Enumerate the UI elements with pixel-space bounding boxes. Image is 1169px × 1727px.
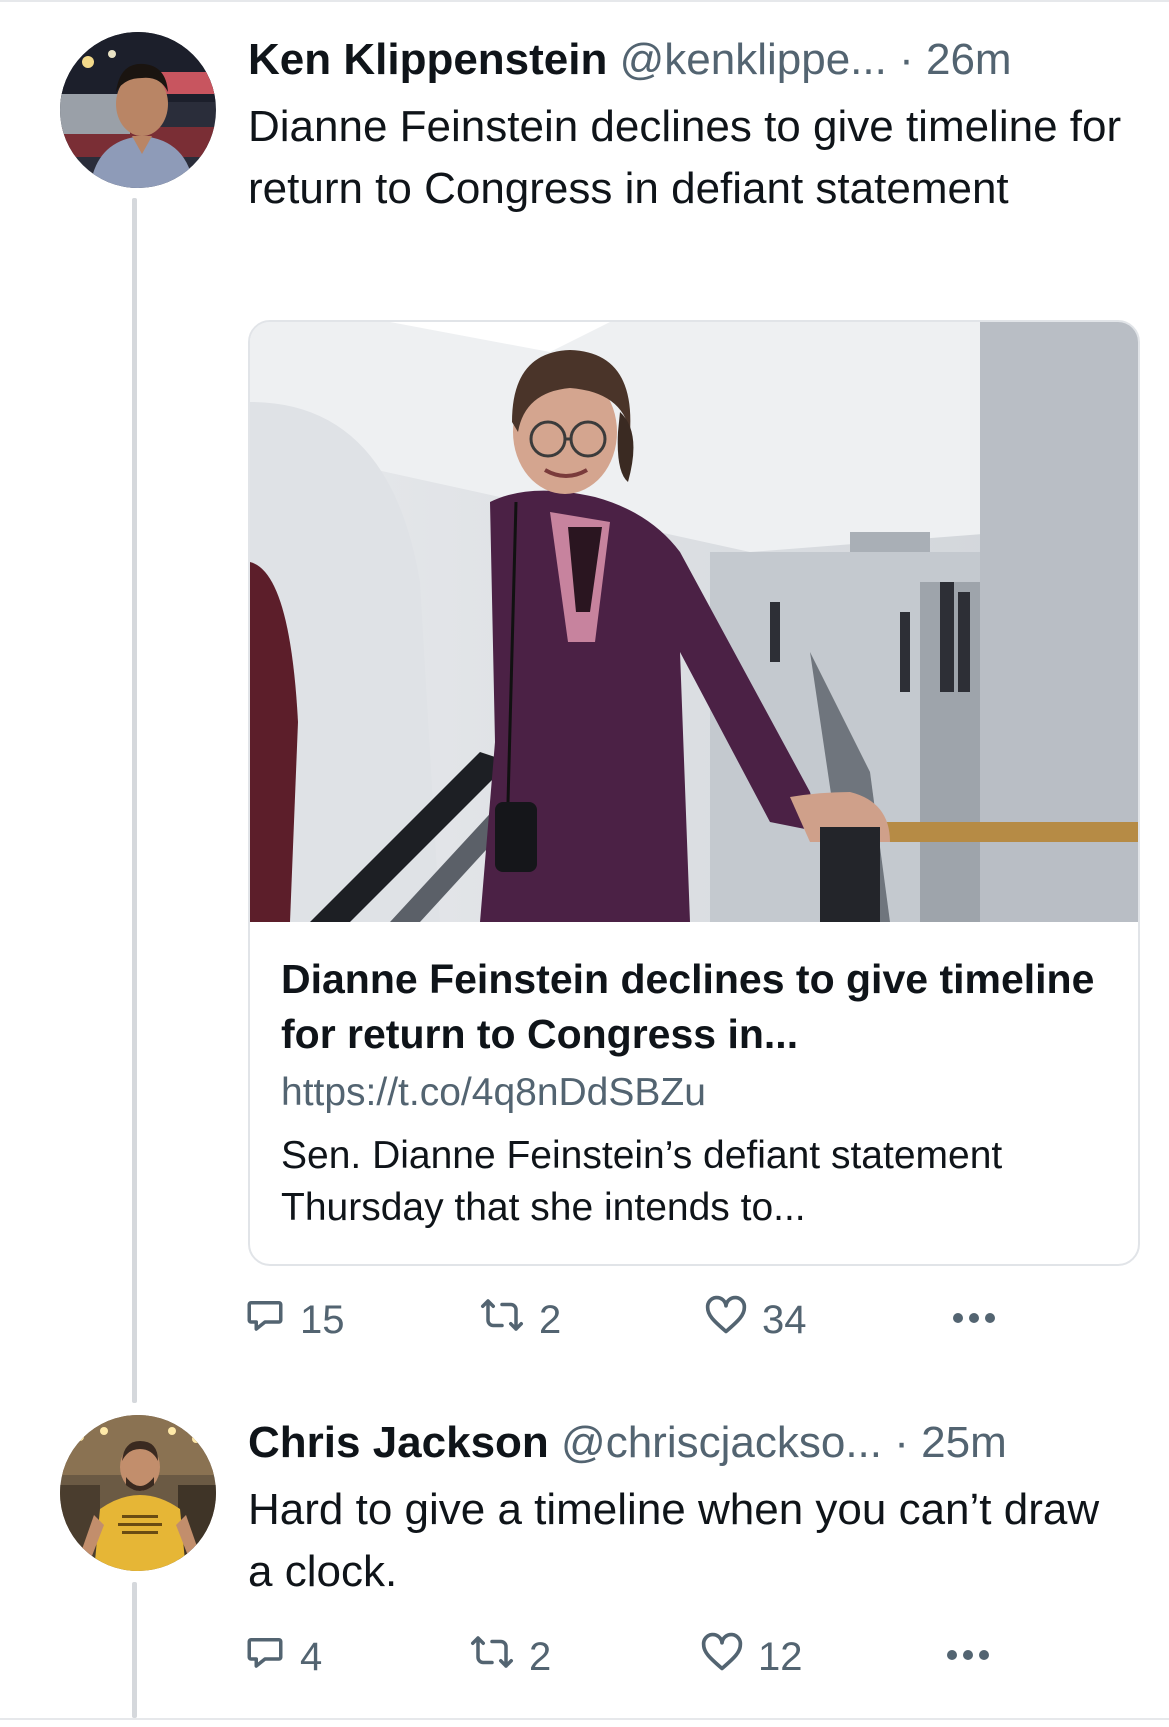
heart-icon [704,1294,762,1346]
bottom-divider [0,1718,1169,1720]
timestamp[interactable]: 25m [921,1418,1007,1467]
timestamp[interactable]: 26m [926,35,1012,84]
reply-button[interactable]: 4 [244,1627,322,1687]
speech-bubble-icon [244,1294,300,1346]
card-title[interactable]: Dianne Feinstein declines to give timeli… [281,952,1111,1062]
retweet-count: 2 [529,1634,552,1679]
speech-bubble-icon [244,1631,300,1683]
display-name[interactable]: Chris Jackson [248,1418,549,1467]
tweet-header: Chris Jackson @chriscjackso... · 25m [248,1415,1007,1471]
tweet-actions: 4 2 12 [244,1627,1024,1687]
retweet-button[interactable]: 2 [479,1290,561,1350]
tweet-1[interactable]: Ken Klippenstein @kenklippe... · 26m Dia… [0,0,1169,1405]
retweet-button[interactable]: 2 [469,1627,551,1687]
like-button[interactable]: 12 [700,1627,803,1687]
more-dots-icon [944,1648,992,1667]
tweet-header: Ken Klippenstein @kenklippe... · 26m [248,32,1012,88]
avatar[interactable] [60,1415,216,1571]
reply-button[interactable]: 15 [244,1290,345,1350]
display-name[interactable]: Ken Klippenstein [248,35,607,84]
avatar[interactable] [60,32,216,188]
retweet-arrows-icon [469,1631,529,1683]
separator-dot: · [899,35,914,84]
more-options-button[interactable] [950,1290,998,1350]
like-count: 12 [758,1634,803,1679]
tweet-2[interactable]: Chris Jackson @chriscjackso... · 25m Har… [0,1405,1169,1718]
user-handle[interactable]: @kenklippe... [620,35,887,84]
more-dots-icon [950,1311,998,1330]
link-card[interactable]: Dianne Feinstein declines to give timeli… [248,320,1140,1266]
like-count: 34 [762,1297,807,1342]
reply-count: 4 [300,1634,323,1679]
like-button[interactable]: 34 [704,1290,807,1350]
card-image [250,322,1138,922]
card-url[interactable]: https://t.co/4q8nDdSBZu [281,1067,706,1119]
user-handle[interactable]: @chriscjackso... [561,1418,882,1467]
retweet-arrows-icon [479,1294,539,1346]
heart-icon [700,1631,758,1683]
tweet-actions: 15 2 34 [244,1290,1024,1350]
more-options-button[interactable] [944,1627,992,1687]
card-description: Sen. Dianne Feinstein’s defiant statemen… [281,1134,1003,1229]
tweet-text: Hard to give a timeline when you can’t d… [248,1485,1100,1596]
reply-count: 15 [300,1297,345,1342]
tweet-text: Dianne Feinstein declines to give timeli… [248,102,1122,213]
retweet-count: 2 [539,1297,562,1342]
separator-dot: · [894,1418,909,1467]
